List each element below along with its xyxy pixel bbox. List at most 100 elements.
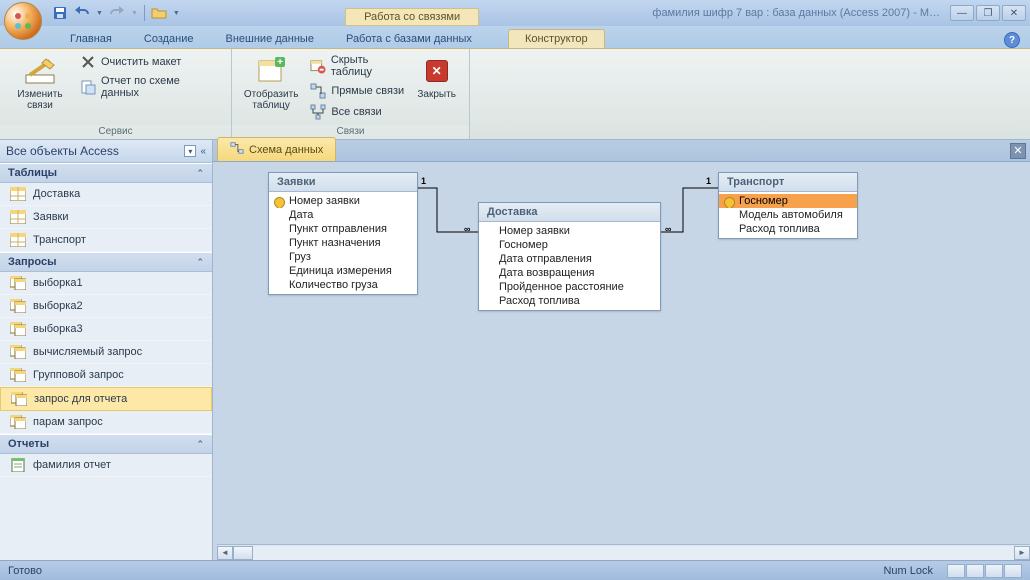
nav-section-reports[interactable]: Отчеты⌃ <box>0 434 212 454</box>
nav-item-query[interactable]: парам запрос <box>0 411 212 434</box>
all-links-icon <box>310 104 326 120</box>
table-field[interactable]: Пройденное расстояние <box>479 280 660 294</box>
nav-item-query[interactable]: выборка1 <box>0 272 212 295</box>
view-btn-4[interactable] <box>1004 564 1022 578</box>
show-table-button[interactable]: + Отобразить таблицу <box>240 53 302 111</box>
table-field[interactable]: Единица измерения <box>269 264 417 278</box>
help-icon[interactable]: ? <box>1004 32 1020 48</box>
query-icon <box>10 415 26 429</box>
nav-item-query[interactable]: выборка2 <box>0 295 212 318</box>
scroll-right-icon[interactable]: ► <box>1014 546 1030 560</box>
open-folder-icon[interactable] <box>151 5 167 21</box>
schema-report-button[interactable]: Отчет по схеме данных <box>78 74 223 100</box>
status-bar: Готово Num Lock <box>0 560 1030 580</box>
nav-header[interactable]: Все объекты Access ▾ « <box>0 140 212 163</box>
nav-item-table[interactable]: Транспорт <box>0 229 212 252</box>
all-relationships-button[interactable]: Все связи <box>308 103 412 121</box>
relation-many-label: ∞ <box>665 224 671 234</box>
tab-database-tools[interactable]: Работа с базами данных <box>330 30 488 48</box>
save-icon[interactable] <box>52 5 68 21</box>
tab-external-data[interactable]: Внешние данные <box>210 30 330 48</box>
view-btn-3[interactable] <box>985 564 1003 578</box>
hide-table-button[interactable]: Скрыть таблицу <box>308 53 412 79</box>
horizontal-scrollbar[interactable]: ◄ ► <box>217 544 1030 560</box>
status-ready: Готово <box>8 565 42 577</box>
table-field[interactable]: Госномер <box>479 238 660 252</box>
app-title: фамилия шифр 7 вар : база данных (Access… <box>652 7 940 19</box>
table-field[interactable]: Груз <box>269 250 417 264</box>
relationships-icon <box>230 141 244 158</box>
document-tabs: Схема данных ✕ <box>213 140 1030 162</box>
nav-section-queries[interactable]: Запросы⌃ <box>0 252 212 272</box>
tab-create[interactable]: Создание <box>128 30 210 48</box>
table-title: Транспорт <box>719 173 857 192</box>
content-area: Схема данных ✕ 1 ∞ ∞ 1 Заявки Номер заяв… <box>213 140 1030 560</box>
direct-links-icon <box>310 83 326 99</box>
table-field[interactable]: Номер заявки <box>269 194 417 208</box>
undo-dropdown-icon[interactable]: ▼ <box>96 10 103 17</box>
direct-relationships-button[interactable]: Прямые связи <box>308 82 412 100</box>
table-box-dostavka[interactable]: Доставка Номер заявкиГосномерДата отправ… <box>478 202 661 311</box>
nav-item-query[interactable]: вычисляемый запрос <box>0 341 212 364</box>
office-button[interactable] <box>4 2 42 40</box>
redo-icon[interactable] <box>109 5 125 21</box>
table-icon <box>10 210 26 224</box>
tab-designer[interactable]: Конструктор <box>508 29 605 48</box>
nav-filter-dropdown-icon[interactable]: ▾ <box>184 145 196 157</box>
relationships-canvas[interactable]: 1 ∞ ∞ 1 Заявки Номер заявкиДатаПункт отп… <box>213 162 1030 560</box>
view-buttons[interactable] <box>947 564 1022 578</box>
relation-one-label: 1 <box>421 176 426 186</box>
nav-section-tables[interactable]: Таблицы⌃ <box>0 163 212 183</box>
nav-item-report[interactable]: фамилия отчет <box>0 454 212 477</box>
table-field[interactable]: Модель автомобиля <box>719 208 857 222</box>
close-designer-button[interactable]: ✕ Закрыть <box>412 53 461 100</box>
query-icon <box>10 322 26 336</box>
chevron-up-icon: ⌃ <box>196 168 204 179</box>
table-field[interactable]: Номер заявки <box>479 224 660 238</box>
nav-item-query[interactable]: запрос для отчета <box>0 387 212 411</box>
table-box-transport[interactable]: Транспорт ГосномерМодель автомобиляРасхо… <box>718 172 858 239</box>
relation-one-label: 1 <box>706 176 711 186</box>
ribbon-tabs: Главная Создание Внешние данные Работа с… <box>0 26 1030 48</box>
nav-collapse-icon[interactable]: « <box>200 146 206 157</box>
title-bar: ▼ ▼ ▼ Работа со связями фамилия шифр 7 в… <box>0 0 1030 26</box>
hide-table-icon <box>310 58 326 74</box>
restore-button[interactable]: ❐ <box>976 5 1000 21</box>
view-btn-2[interactable] <box>966 564 984 578</box>
doc-tab-schema[interactable]: Схема данных <box>217 137 336 161</box>
contextual-tab-title: Работа со связями <box>345 8 479 26</box>
minimize-button[interactable]: — <box>950 5 974 21</box>
close-window-button[interactable]: ✕ <box>1002 5 1026 21</box>
qat-dropdown-icon[interactable]: ▼ <box>173 10 180 17</box>
redo-dropdown-icon[interactable]: ▼ <box>131 10 138 17</box>
edit-relationships-button[interactable]: Изменить связи <box>8 53 72 111</box>
nav-item-table[interactable]: Доставка <box>0 183 212 206</box>
table-field[interactable]: Дата возвращения <box>479 266 660 280</box>
report-icon <box>10 458 26 472</box>
view-btn-1[interactable] <box>947 564 965 578</box>
query-icon <box>10 368 26 382</box>
table-box-zayavki[interactable]: Заявки Номер заявкиДатаПункт отправления… <box>268 172 418 295</box>
table-field[interactable]: Пункт назначения <box>269 236 417 250</box>
nav-item-table[interactable]: Заявки <box>0 206 212 229</box>
table-field[interactable]: Дата <box>269 208 417 222</box>
table-icon <box>10 233 26 247</box>
table-field[interactable]: Расход топлива <box>479 294 660 308</box>
query-icon <box>10 345 26 359</box>
scroll-left-icon[interactable]: ◄ <box>217 546 233 560</box>
table-field[interactable]: Количество груза <box>269 278 417 292</box>
nav-item-query[interactable]: Групповой запрос <box>0 364 212 387</box>
relation-many-label: ∞ <box>464 224 470 234</box>
close-document-button[interactable]: ✕ <box>1010 143 1026 159</box>
tab-home[interactable]: Главная <box>54 30 128 48</box>
svg-text:+: + <box>277 57 283 68</box>
table-field[interactable]: Расход топлива <box>719 222 857 236</box>
table-field[interactable]: Госномер <box>719 194 857 208</box>
clear-layout-button[interactable]: Очистить макет <box>78 53 223 71</box>
table-field[interactable]: Дата отправления <box>479 252 660 266</box>
table-icon <box>10 187 26 201</box>
table-title: Заявки <box>269 173 417 192</box>
undo-icon[interactable] <box>74 5 90 21</box>
nav-item-query[interactable]: выборка3 <box>0 318 212 341</box>
table-field[interactable]: Пункт отправления <box>269 222 417 236</box>
